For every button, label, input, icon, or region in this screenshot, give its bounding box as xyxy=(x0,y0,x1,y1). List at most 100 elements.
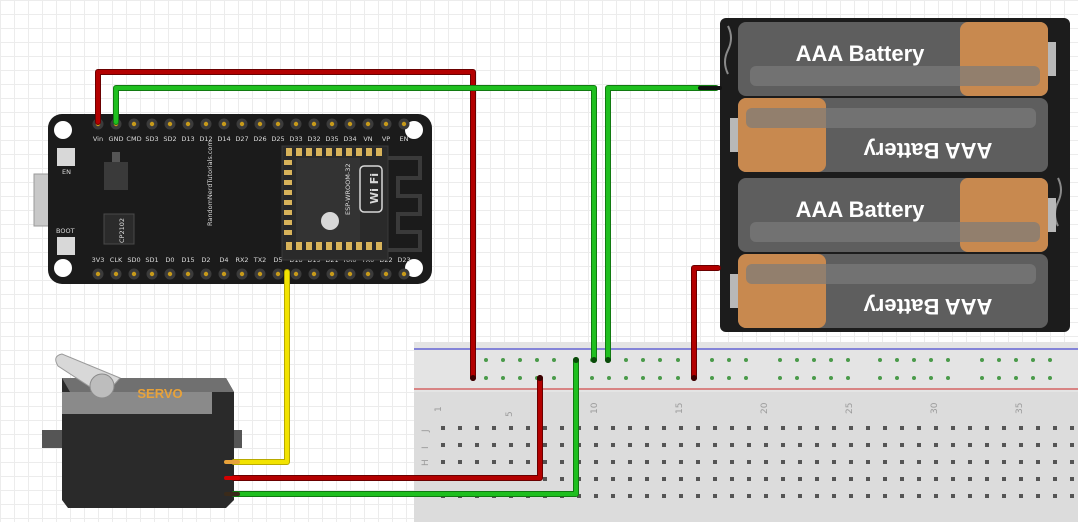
terminal-hole xyxy=(645,426,649,430)
terminal-hole xyxy=(560,477,564,481)
column-number: 35 xyxy=(1015,403,1025,414)
terminal-hole xyxy=(934,494,938,498)
terminal-hole xyxy=(679,460,683,464)
rail-hole xyxy=(727,358,731,362)
terminal-hole xyxy=(900,426,904,430)
servo-shaft xyxy=(89,373,115,399)
terminal-hole xyxy=(628,477,632,481)
pin-pad xyxy=(149,271,155,277)
terminal-hole xyxy=(985,460,989,464)
module-pin xyxy=(284,210,292,215)
terminal-hole xyxy=(1002,443,1006,447)
rail-hole xyxy=(484,358,488,362)
pin-pad xyxy=(365,121,371,127)
terminal-hole xyxy=(866,494,870,498)
pin-label: D34 xyxy=(343,135,356,143)
rail-hole xyxy=(946,376,950,380)
rail-hole xyxy=(710,376,714,380)
terminal-hole xyxy=(764,426,768,430)
terminal-hole xyxy=(475,426,479,430)
terminal-hole xyxy=(934,443,938,447)
brand-text: RandomNerdTutorials.com xyxy=(206,140,214,226)
rail-hole xyxy=(980,358,984,362)
terminal-hole xyxy=(662,460,666,464)
terminal-hole xyxy=(458,443,462,447)
terminal-hole xyxy=(492,460,496,464)
terminal-hole xyxy=(781,477,785,481)
wire-endpoint xyxy=(691,375,697,381)
pin-pad xyxy=(221,271,227,277)
wire-green-battery[interactable] xyxy=(606,86,718,362)
rail-hole xyxy=(1048,376,1052,380)
rail-hole xyxy=(1014,376,1018,380)
terminal-hole xyxy=(968,443,972,447)
terminal-hole xyxy=(509,426,513,430)
terminal-hole xyxy=(917,443,921,447)
terminal-hole xyxy=(611,460,615,464)
pin-pad xyxy=(131,271,137,277)
wire-green-battery-outline xyxy=(605,85,719,363)
terminal-hole xyxy=(900,477,904,481)
terminal-hole xyxy=(832,460,836,464)
module-pin xyxy=(284,180,292,185)
cell-terminal xyxy=(1048,198,1056,232)
rail-hole xyxy=(501,358,505,362)
terminal-hole xyxy=(730,460,734,464)
pin-pad xyxy=(239,271,245,277)
terminal-hole xyxy=(883,443,887,447)
terminal-hole xyxy=(951,477,955,481)
column-number: 15 xyxy=(675,403,685,414)
rail-hole xyxy=(624,376,628,380)
rail-hole xyxy=(829,358,833,362)
rail-hole xyxy=(744,376,748,380)
terminal-hole xyxy=(849,460,853,464)
en-button-label: EN xyxy=(62,168,71,176)
module-pin xyxy=(316,242,322,250)
terminal-hole xyxy=(1053,426,1057,430)
terminal-hole xyxy=(713,443,717,447)
terminal-hole xyxy=(730,443,734,447)
boot-button[interactable] xyxy=(57,237,75,255)
pin-label: D32 xyxy=(307,135,320,143)
terminal-hole xyxy=(917,494,921,498)
terminal-hole xyxy=(560,443,564,447)
terminal-hole xyxy=(594,494,598,498)
en-button[interactable] xyxy=(57,148,75,166)
pin-pad xyxy=(95,271,101,277)
terminal-hole xyxy=(645,494,649,498)
pin-label: SD3 xyxy=(145,135,158,143)
module-pin xyxy=(366,242,372,250)
rail-hole xyxy=(590,376,594,380)
terminal-hole xyxy=(696,477,700,481)
rail-hole xyxy=(1048,358,1052,362)
pin-label: D33 xyxy=(289,135,302,143)
terminal-hole xyxy=(1053,460,1057,464)
rail-hole xyxy=(501,376,505,380)
rail-hole xyxy=(676,358,680,362)
terminal-hole xyxy=(781,494,785,498)
terminal-hole xyxy=(458,460,462,464)
terminal-hole xyxy=(883,460,887,464)
terminal-hole xyxy=(832,494,836,498)
module-pin xyxy=(336,148,342,156)
terminal-hole xyxy=(1036,494,1040,498)
pin-label: TX2 xyxy=(253,256,267,264)
wire-endpoint xyxy=(591,357,597,363)
module-pin xyxy=(284,200,292,205)
battery-cell: AAA Battery xyxy=(730,254,1048,328)
terminal-hole xyxy=(764,443,768,447)
pin-label: 3V3 xyxy=(92,256,105,264)
terminal-hole xyxy=(900,460,904,464)
terminal-hole xyxy=(815,477,819,481)
column-number: 20 xyxy=(760,402,770,414)
terminal-hole xyxy=(594,426,598,430)
terminal-hole xyxy=(594,443,598,447)
rail-hole xyxy=(518,376,522,380)
terminal-hole xyxy=(815,494,819,498)
pin-label: EN xyxy=(400,135,409,143)
rail-hole xyxy=(552,376,556,380)
rail-hole xyxy=(795,358,799,362)
terminal-hole xyxy=(730,426,734,430)
module-pin xyxy=(376,148,382,156)
rail-hole xyxy=(812,358,816,362)
